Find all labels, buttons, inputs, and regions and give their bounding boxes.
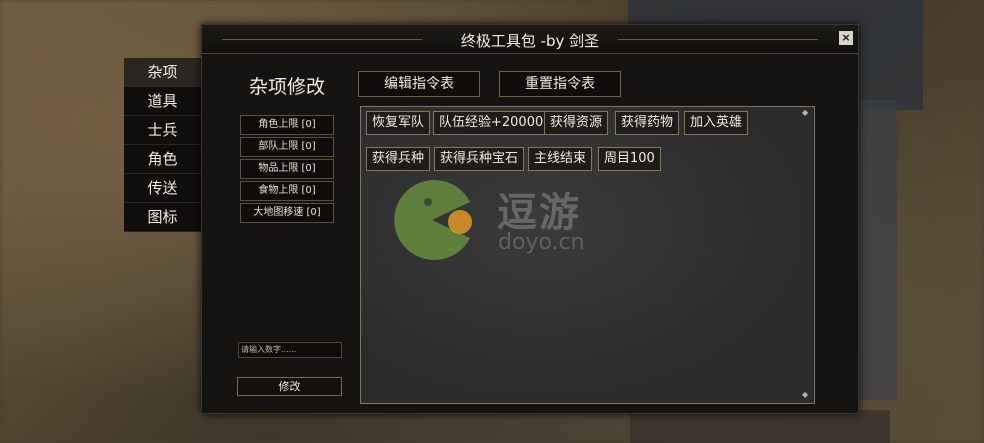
scroll-up-icon[interactable]: ◆ <box>802 109 808 117</box>
command-button[interactable]: 获得资源 <box>544 111 609 135</box>
tab-misc[interactable]: 杂项 <box>124 58 202 87</box>
item-limit-button[interactable]: 物品上限 [0] <box>240 159 334 179</box>
scroll-down-icon[interactable]: ◆ <box>802 391 808 399</box>
reset-command-table-button[interactable]: 重置指令表 <box>499 71 621 97</box>
background-tabs <box>630 410 890 443</box>
edit-command-table-button[interactable]: 编辑指令表 <box>358 71 480 97</box>
title-bar: 终极工具包 -by 剑圣 × <box>202 25 858 54</box>
command-button[interactable]: 获得药物 <box>615 111 680 135</box>
character-limit-button[interactable]: 角色上限 [0] <box>240 115 334 135</box>
tab-items[interactable]: 道具 <box>124 87 202 116</box>
command-button[interactable]: 周目100 <box>598 147 661 171</box>
number-input[interactable]: 请输入数字...... <box>238 342 342 358</box>
tab-characters[interactable]: 角色 <box>124 145 202 174</box>
command-button[interactable]: 获得兵种 <box>366 147 431 171</box>
command-button[interactable]: 主线结束 <box>528 147 593 171</box>
tab-teleport[interactable]: 传送 <box>124 174 202 203</box>
troop-limit-button[interactable]: 部队上限 [0] <box>240 137 334 157</box>
watermark-subtext: doyo.cn <box>498 230 585 255</box>
watermark-logo-icon <box>394 180 472 260</box>
command-button[interactable]: 恢复军队 <box>366 111 431 135</box>
section-title: 杂项修改 <box>249 76 326 98</box>
command-button[interactable]: 加入英雄 <box>684 111 749 135</box>
command-button[interactable]: 获得兵种宝石 <box>434 147 525 171</box>
watermark: 逗游 doyo.cn <box>392 180 602 260</box>
food-limit-button[interactable]: 食物上限 [0] <box>240 181 334 201</box>
category-tabs: 杂项 道具 士兵 角色 传送 图标 <box>124 58 202 232</box>
dialog-title: 终极工具包 -by 剑圣 <box>460 32 600 50</box>
tab-icons[interactable]: 图标 <box>124 203 202 232</box>
close-button[interactable]: × <box>839 31 853 45</box>
background-strip <box>857 100 897 400</box>
tab-soldiers[interactable]: 士兵 <box>124 116 202 145</box>
map-speed-button[interactable]: 大地图移速 [0] <box>240 203 334 223</box>
scrollbar[interactable]: ◆ ◆ <box>802 109 808 399</box>
command-button[interactable]: 队伍经验+20000 <box>433 111 550 135</box>
limit-list: 角色上限 [0] 部队上限 [0] 物品上限 [0] 食物上限 [0] 大地图移… <box>240 115 334 225</box>
modify-button[interactable]: 修改 <box>237 377 342 396</box>
